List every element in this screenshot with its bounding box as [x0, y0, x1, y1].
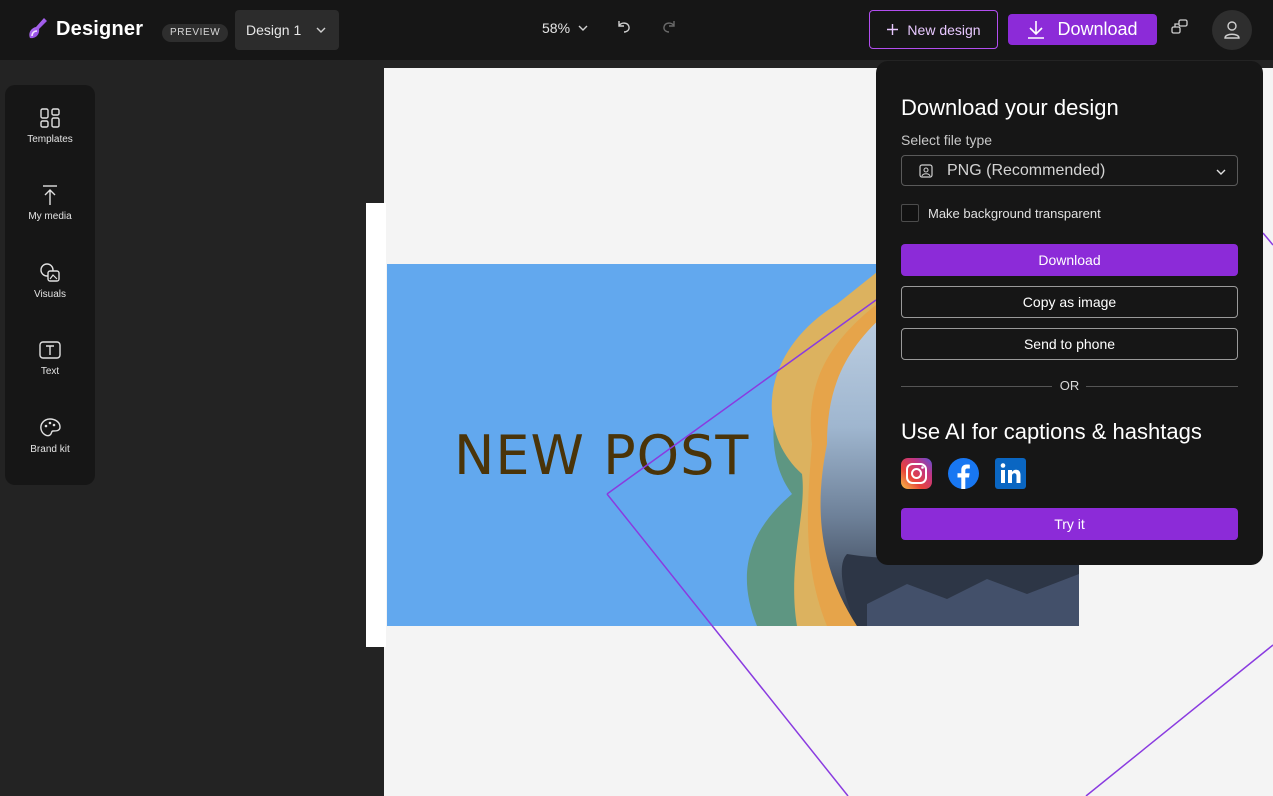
transparent-background-label: Make background transparent — [928, 205, 1101, 221]
facebook-icon[interactable] — [948, 458, 979, 489]
sidebar-item-my-media[interactable]: My media — [5, 184, 95, 244]
upload-icon — [43, 185, 57, 205]
divider-line — [1086, 386, 1238, 387]
sidebar-item-label: Brand kit — [30, 444, 70, 455]
canvas-page-edge — [366, 203, 386, 647]
visuals-icon — [40, 263, 60, 282]
new-design-label: New design — [907, 21, 981, 38]
download-icon — [1028, 20, 1045, 39]
or-divider: OR — [901, 378, 1238, 394]
download-panel: Download your design Select file type PN… — [876, 61, 1263, 565]
connected-devices-icon[interactable] — [1170, 18, 1190, 38]
zoom-level: 58% — [542, 20, 571, 36]
account-avatar[interactable] — [1212, 10, 1252, 50]
sidebar-item-label: Text — [40, 366, 60, 377]
download-panel-title: Download your design — [901, 95, 1119, 120]
designer-logo[interactable]: Designer — [26, 16, 143, 42]
send-to-phone-button[interactable]: Send to phone — [901, 328, 1238, 360]
download-label: Download — [1057, 19, 1138, 39]
transparent-background-checkbox[interactable] — [901, 204, 919, 222]
download-button[interactable]: Download — [1008, 14, 1157, 45]
file-type-label: Select file type — [901, 132, 993, 148]
new-design-button[interactable]: New design — [869, 10, 998, 49]
designer-logo-icon — [29, 18, 47, 39]
chevron-down-icon — [316, 27, 326, 33]
instagram-icon[interactable] — [901, 458, 932, 489]
templates-icon — [40, 108, 60, 128]
file-type-dropdown[interactable]: PNG (Recommended) — [901, 155, 1238, 186]
post-title[interactable]: NEW POST — [454, 424, 749, 487]
text-icon — [39, 341, 61, 359]
transparent-background-option[interactable]: Make background transparent — [901, 204, 1101, 222]
palette-icon — [40, 418, 61, 437]
plus-icon — [887, 24, 899, 35]
chevron-down-icon — [578, 25, 588, 31]
left-sidebar: Templates My media Visuals Text Brand ki… — [5, 85, 95, 485]
linkedin-icon[interactable] — [995, 458, 1026, 489]
chevron-down-icon — [1216, 169, 1226, 175]
sidebar-item-label: My media — [28, 211, 72, 222]
try-it-button[interactable]: Try it — [901, 508, 1238, 540]
sidebar-item-label: Templates — [27, 134, 73, 145]
social-icons — [901, 458, 1026, 489]
sidebar-item-label: Visuals — [33, 289, 67, 300]
person-icon — [1224, 21, 1240, 39]
sidebar-item-brand-kit[interactable]: Brand kit — [5, 417, 95, 477]
top-bar: Designer PREVIEW Design 1 58% New design… — [0, 0, 1273, 60]
zoom-dropdown[interactable]: 58% — [542, 20, 588, 36]
image-icon — [919, 163, 933, 178]
sidebar-item-visuals[interactable]: Visuals — [5, 262, 95, 322]
sidebar-item-templates[interactable]: Templates — [5, 107, 95, 167]
panel-download-button[interactable]: Download — [901, 244, 1238, 276]
file-type-value: PNG (Recommended) — [947, 161, 1106, 179]
brand-name: Designer — [56, 17, 144, 40]
ai-captions-title: Use AI for captions & hashtags — [901, 419, 1202, 444]
copy-as-image-button[interactable]: Copy as image — [901, 286, 1238, 318]
undo-icon[interactable] — [615, 18, 633, 36]
preview-badge: PREVIEW — [162, 24, 229, 42]
design-name-dropdown[interactable]: Design 1 — [235, 10, 339, 50]
design-name: Design 1 — [246, 22, 302, 38]
sidebar-item-text[interactable]: Text — [5, 339, 95, 399]
redo-icon[interactable] — [660, 18, 678, 36]
